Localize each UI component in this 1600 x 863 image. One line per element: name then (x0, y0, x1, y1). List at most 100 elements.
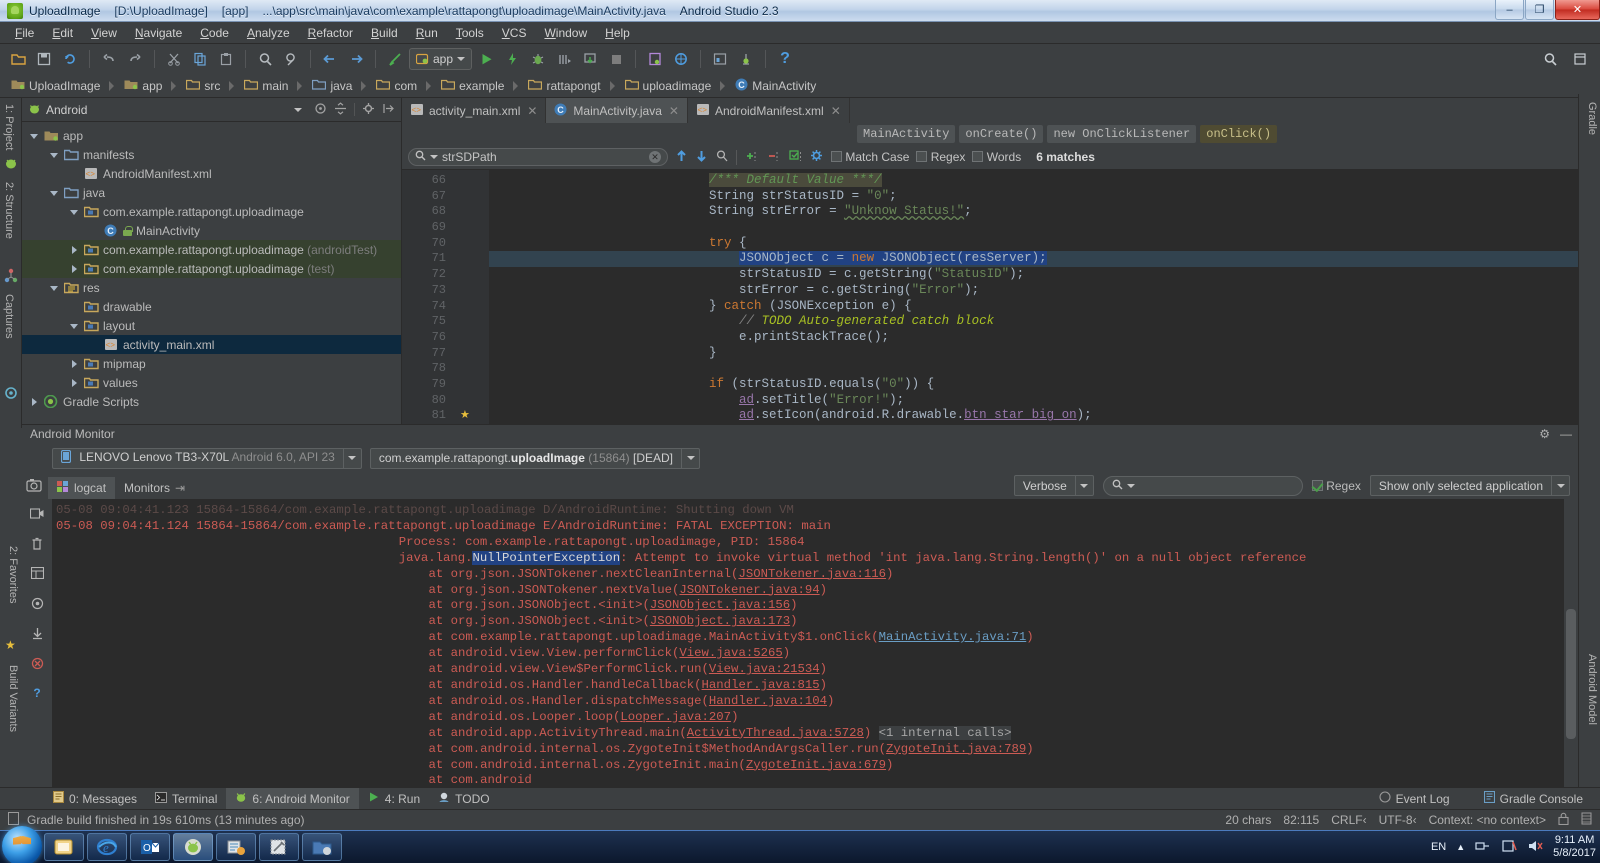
device-monitor-icon[interactable] (734, 47, 758, 71)
minimize-icon[interactable]: — (1560, 427, 1572, 441)
run-coverage-icon[interactable] (552, 47, 576, 71)
rail-item-structure[interactable]: 2: Structure (3, 182, 15, 239)
rail-item-project[interactable]: 1: Project (3, 104, 15, 150)
search-everywhere-icon[interactable] (1538, 47, 1562, 71)
chevron-down-icon[interactable] (342, 448, 361, 468)
chevron-right-icon[interactable] (68, 244, 80, 256)
chevron-down-icon[interactable] (430, 155, 438, 159)
tray-language[interactable]: EN (1431, 841, 1446, 853)
find-in-selection-icon[interactable] (715, 149, 729, 166)
find-next-icon[interactable] (695, 149, 708, 166)
breadcrumb-item-java[interactable]: java (309, 78, 373, 93)
rail-item-gradle[interactable]: Gradle (1586, 102, 1598, 135)
screenshot-icon[interactable] (26, 478, 42, 495)
avd-manager-icon[interactable] (669, 47, 693, 71)
chevron-down-icon[interactable] (681, 448, 699, 468)
memory-icon[interactable] (1581, 812, 1592, 828)
open-folder-icon[interactable] (6, 47, 30, 71)
monitor-tab-logcat[interactable]: logcat (48, 477, 116, 499)
menu-item-vcs[interactable]: VCS (493, 23, 536, 43)
help-icon[interactable]: ? (773, 47, 797, 71)
log-level-selector[interactable]: Verbose (1013, 475, 1094, 496)
monitor-tab-monitors[interactable]: Monitors ⇥ (115, 477, 194, 499)
copy-icon[interactable] (188, 47, 212, 71)
status-line-separator[interactable]: CRLF‹ (1331, 813, 1366, 827)
remove-selection-icon[interactable] (766, 149, 781, 166)
save-all-icon[interactable] (32, 47, 56, 71)
tray-show-hidden-icon[interactable]: ▲ (1456, 842, 1465, 852)
back-icon[interactable] (318, 47, 342, 71)
find-input[interactable]: strSDPath ✕ (408, 148, 668, 166)
chevron-down-icon[interactable] (48, 149, 60, 161)
tree-item-gradle-scripts[interactable]: Gradle Scripts (22, 392, 401, 411)
dump-icon[interactable] (27, 623, 47, 643)
minimize-button[interactable]: – (1495, 0, 1524, 20)
chevron-right-icon[interactable] (28, 396, 40, 408)
debug-icon[interactable] (526, 47, 550, 71)
find-icon[interactable] (253, 47, 277, 71)
start-button[interactable] (2, 826, 42, 863)
chevron-right-icon[interactable] (68, 358, 80, 370)
chevron-down-icon[interactable] (68, 206, 80, 218)
tree-item-res[interactable]: res (22, 278, 401, 297)
close-icon[interactable]: ✕ (669, 104, 679, 118)
menu-item-window[interactable]: Window (535, 23, 596, 43)
lock-icon[interactable] (1558, 812, 1569, 828)
menu-item-edit[interactable]: Edit (43, 23, 82, 43)
tool-window-0-messages[interactable]: 0: Messages (44, 788, 146, 809)
rail-item-build-variants[interactable]: Build Variants (7, 665, 19, 732)
run-icon[interactable] (474, 47, 498, 71)
menu-item-refactor[interactable]: Refactor (299, 23, 362, 43)
breadcrumb-item-app[interactable]: app (121, 78, 183, 93)
status-encoding[interactable]: UTF-8‹ (1379, 813, 1417, 827)
breadcrumb-item-main[interactable]: main (241, 78, 309, 93)
close-icon[interactable]: ✕ (831, 104, 841, 118)
code-editor[interactable]: 66 67 68 69 70 71 72 73 74 75 76 77 78 79 80 81 ★ /*** … (402, 170, 1600, 428)
logcat-text[interactable]: 05-08 09:04:41.123 15864-15864/com.examp… (52, 499, 1578, 787)
replace-icon[interactable] (279, 47, 303, 71)
logcat-search-input[interactable] (1102, 475, 1303, 496)
tree-item-mipmap[interactable]: mipmap (22, 354, 401, 373)
chevron-down-icon[interactable] (48, 187, 60, 199)
breadcrumb-item-mainactivity[interactable]: C MainActivity (732, 78, 823, 94)
breadcrumb-item-example[interactable]: example (438, 78, 525, 93)
run-configuration-selector[interactable]: app (409, 48, 473, 70)
words-checkbox[interactable]: Words (972, 150, 1021, 164)
find-settings-icon[interactable] (810, 149, 824, 166)
menu-item-view[interactable]: View (82, 23, 126, 43)
logcat-scrollbar[interactable] (1564, 499, 1578, 787)
editor-tab-androidmanifest-xml[interactable]: <> AndroidManifest.xml ✕ (688, 98, 850, 123)
device-selector[interactable]: LENOVO Lenovo TB3-X70L Android 6.0, API … (52, 447, 362, 469)
tray-clock[interactable]: 9:11 AM 5/8/2017 (1553, 834, 1596, 860)
undo-icon[interactable] (97, 47, 121, 71)
breadcrumb-item-uploadimage[interactable]: UploadImage (8, 78, 121, 93)
taskbar-outlook-icon[interactable]: O (130, 833, 170, 861)
chevron-right-icon[interactable] (68, 263, 80, 275)
find-prev-icon[interactable] (675, 149, 688, 166)
target-icon[interactable] (314, 102, 327, 118)
tree-item-values[interactable]: values (22, 373, 401, 392)
tree-item-com-example-rattapongt-uploadimage[interactable]: com.example.rattapongt.uploadimage (22, 202, 401, 221)
taskbar-windows-explorer-icon[interactable] (44, 833, 84, 861)
menu-item-tools[interactable]: Tools (447, 23, 493, 43)
stretch-icon[interactable] (1568, 47, 1592, 71)
structure-crumb-mainactivity[interactable]: MainActivity (857, 125, 956, 143)
tree-item-java[interactable]: java (22, 183, 401, 202)
tree-item-com-example-rattapongt-uploadimage[interactable]: com.example.rattapongt.uploadimage (andr… (22, 240, 401, 259)
select-all-occurrences-icon[interactable] (788, 149, 803, 166)
menu-item-help[interactable]: Help (596, 23, 639, 43)
breadcrumb-item-src[interactable]: src (183, 78, 241, 93)
redo-icon[interactable] (123, 47, 147, 71)
breadcrumb-item-com[interactable]: com (373, 78, 438, 93)
menu-item-build[interactable]: Build (362, 23, 407, 43)
gc-icon[interactable] (27, 593, 47, 613)
tray-network-icon[interactable] (1475, 839, 1491, 855)
chevron-down-icon[interactable] (28, 130, 40, 142)
project-tree[interactable]: app manifests <> AndroidManifest.xml java com… (22, 122, 401, 428)
layout-icon[interactable] (27, 563, 47, 583)
tree-item-com-example-rattapongt-uploadimage[interactable]: com.example.rattapongt.uploadimage (test… (22, 259, 401, 278)
menu-item-navigate[interactable]: Navigate (126, 23, 191, 43)
tool-window-event-log[interactable]: Event Log (1370, 788, 1459, 809)
menu-item-file[interactable]: File (6, 23, 43, 43)
editor-tab-mainactivity-java[interactable]: C MainActivity.java ✕ (546, 98, 688, 123)
